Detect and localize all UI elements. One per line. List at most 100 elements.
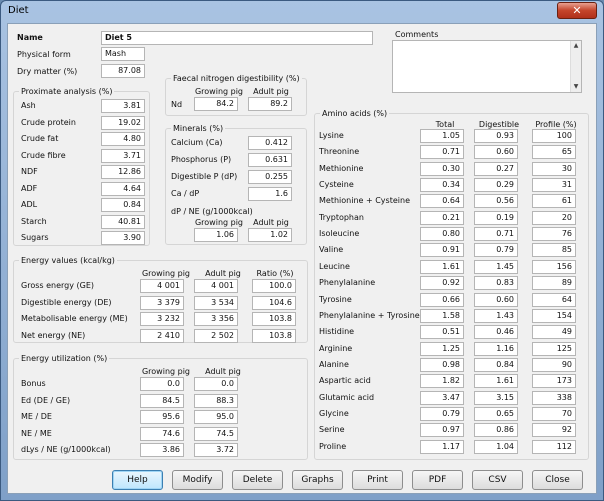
proximate-row-value[interactable]: 40.81 [101,214,145,229]
energy-adult-value[interactable]: 4 001 [194,279,238,293]
csv-button[interactable]: CSV [472,470,523,490]
amino-total-value[interactable]: 0.98 [420,357,464,372]
energy-util-growing-value[interactable]: 74.6 [140,426,184,441]
print-button[interactable]: Print [352,470,403,490]
amino-digestible-value[interactable]: 0.71 [474,227,518,242]
modify-button[interactable]: Modify [172,470,223,490]
amino-digestible-value[interactable]: 0.65 [474,406,518,421]
amino-total-value[interactable]: 1.82 [420,374,464,389]
energy-adult-value[interactable]: 2 502 [194,328,238,343]
energy-growing-value[interactable]: 3 379 [140,295,184,310]
mineral-row-value[interactable]: 0.255 [248,170,292,184]
amino-total-value[interactable]: 0.79 [420,406,464,421]
amino-total-value[interactable]: 1.05 [420,129,464,143]
amino-digestible-value[interactable]: 3.15 [474,390,518,405]
amino-digestible-value[interactable]: 1.04 [474,439,518,454]
amino-profile-value[interactable]: 30 [532,161,576,176]
energy-util-growing-value[interactable]: 84.5 [140,393,184,408]
amino-total-value[interactable]: 0.91 [420,243,464,258]
proximate-row-value[interactable]: 4.80 [101,132,145,146]
amino-profile-value[interactable]: 65 [532,145,576,160]
amino-profile-value[interactable]: 100 [532,129,576,143]
amino-total-value[interactable]: 3.47 [420,390,464,405]
energy-ratio-value[interactable]: 103.8 [252,312,296,326]
amino-profile-value[interactable]: 89 [532,276,576,291]
amino-digestible-value[interactable]: 0.60 [474,292,518,307]
title-bar[interactable]: Diet ✕ [1,1,603,23]
help-button[interactable]: Help [112,470,163,490]
energy-ratio-value[interactable]: 103.8 [252,328,296,343]
amino-profile-value[interactable]: 173 [532,374,576,389]
amino-profile-value[interactable]: 64 [532,292,576,307]
energy-util-adult-value[interactable]: 88.3 [194,393,238,408]
energy-growing-value[interactable]: 3 232 [140,312,184,326]
amino-digestible-value[interactable]: 0.86 [474,423,518,438]
physical-form-field[interactable]: Mash [101,47,145,61]
scroll-down-icon[interactable]: ▼ [572,83,580,91]
amino-total-value[interactable]: 0.97 [420,423,464,438]
amino-profile-value[interactable]: 90 [532,357,576,372]
amino-total-value[interactable]: 1.25 [420,341,464,356]
amino-profile-value[interactable]: 70 [532,406,576,421]
amino-profile-value[interactable]: 156 [532,259,576,274]
energy-adult-value[interactable]: 3 534 [194,295,238,310]
amino-total-value[interactable]: 0.71 [420,145,464,160]
amino-profile-value[interactable]: 92 [532,423,576,438]
amino-digestible-value[interactable]: 0.83 [474,276,518,291]
comments-scrollbar[interactable]: ▲ ▼ [570,41,581,92]
energy-ratio-value[interactable]: 104.6 [252,295,296,310]
energy-growing-value[interactable]: 2 410 [140,328,184,343]
window-close-icon[interactable]: ✕ [557,2,597,19]
amino-profile-value[interactable]: 31 [532,178,576,193]
dry-matter-field[interactable]: 87.08 [101,64,145,78]
amino-digestible-value[interactable]: 0.19 [474,210,518,225]
amino-profile-value[interactable]: 85 [532,243,576,258]
delete-button[interactable]: Delete [232,470,283,490]
pdf-button[interactable]: PDF [412,470,463,490]
amino-total-value[interactable]: 0.66 [420,292,464,307]
amino-digestible-value[interactable]: 1.16 [474,341,518,356]
amino-digestible-value[interactable]: 1.43 [474,308,518,323]
proximate-row-value[interactable]: 19.02 [101,115,145,130]
amino-total-value[interactable]: 0.92 [420,276,464,291]
amino-profile-value[interactable]: 76 [532,227,576,242]
energy-util-growing-value[interactable]: 95.6 [140,410,184,424]
amino-profile-value[interactable]: 20 [532,210,576,225]
amino-total-value[interactable]: 0.80 [420,227,464,242]
proximate-row-value[interactable]: 4.64 [101,181,145,196]
comments-textarea[interactable]: ▲ ▼ [392,40,582,93]
amino-profile-value[interactable]: 154 [532,308,576,323]
mineral-row-value[interactable]: 0.412 [248,136,292,150]
mineral-row-value[interactable]: 0.631 [248,153,292,167]
amino-total-value[interactable]: 1.58 [420,308,464,323]
amino-digestible-value[interactable]: 0.29 [474,178,518,193]
scroll-up-icon[interactable]: ▲ [572,42,580,50]
amino-profile-value[interactable]: 112 [532,439,576,454]
proximate-row-value[interactable]: 3.71 [101,148,145,163]
amino-profile-value[interactable]: 49 [532,325,576,340]
amino-digestible-value[interactable]: 0.56 [474,194,518,209]
amino-digestible-value[interactable]: 0.60 [474,145,518,160]
amino-profile-value[interactable]: 338 [532,390,576,405]
amino-total-value[interactable]: 0.30 [420,161,464,176]
amino-digestible-value[interactable]: 1.45 [474,259,518,274]
amino-total-value[interactable]: 0.51 [420,325,464,340]
energy-growing-value[interactable]: 4 001 [140,279,184,293]
amino-total-value[interactable]: 0.21 [420,210,464,225]
amino-digestible-value[interactable]: 0.79 [474,243,518,258]
amino-digestible-value[interactable]: 0.84 [474,357,518,372]
proximate-row-value[interactable]: 12.86 [101,165,145,179]
amino-digestible-value[interactable]: 0.93 [474,129,518,143]
energy-util-growing-value[interactable]: 0.0 [140,377,184,391]
energy-ratio-value[interactable]: 100.0 [252,279,296,293]
mineral-row-value[interactable]: 1.6 [248,187,292,201]
graphs-button[interactable]: Graphs [292,470,343,490]
energy-util-growing-value[interactable]: 3.86 [140,443,184,457]
proximate-row-value[interactable]: 0.84 [101,198,145,212]
amino-total-value[interactable]: 1.61 [420,259,464,274]
amino-digestible-value[interactable]: 0.27 [474,161,518,176]
close-button[interactable]: Close [532,470,583,490]
amino-total-value[interactable]: 1.17 [420,439,464,454]
amino-digestible-value[interactable]: 0.46 [474,325,518,340]
amino-total-value[interactable]: 0.34 [420,178,464,193]
